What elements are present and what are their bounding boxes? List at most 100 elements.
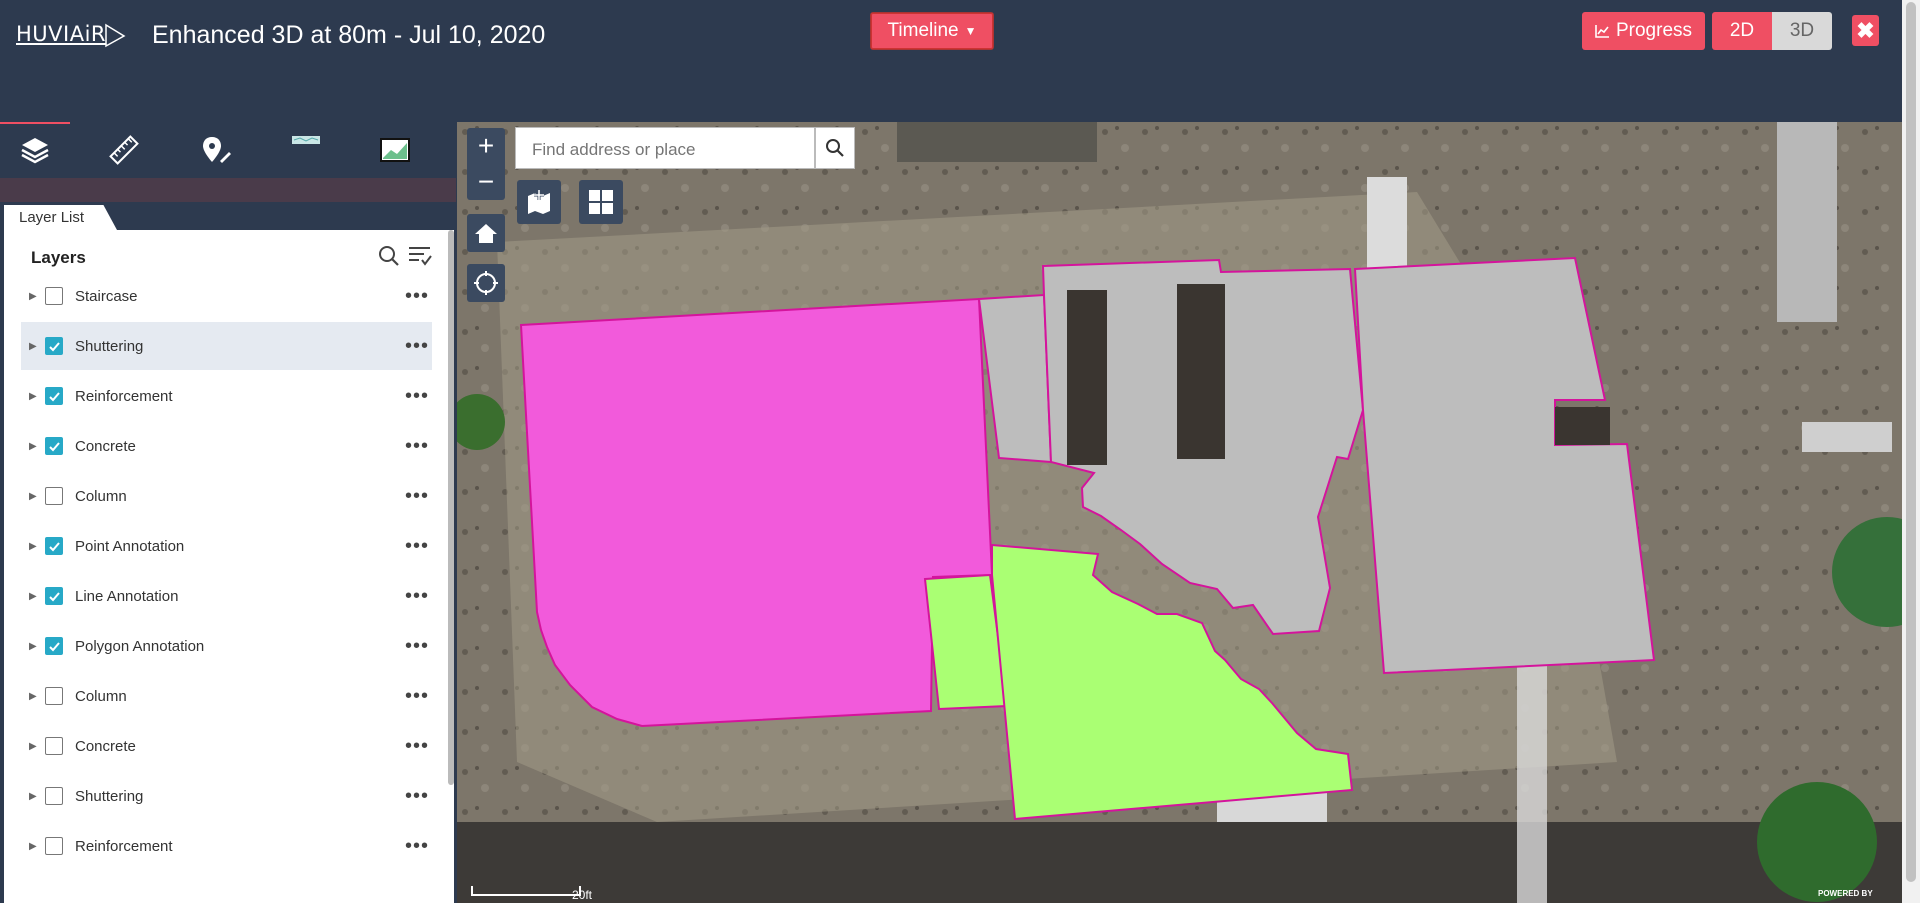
expand-caret-icon[interactable]: ▶ [29, 841, 43, 852]
expand-caret-icon[interactable]: ▶ [29, 591, 43, 602]
rebar-pit-c [1555, 407, 1610, 445]
layer-visibility-checkbox[interactable] [45, 287, 63, 305]
layer-row[interactable]: ▶ Reinforcement ••• [21, 822, 432, 870]
layer-visibility-checkbox[interactable] [45, 787, 63, 805]
panel-scrollbar[interactable] [448, 230, 454, 785]
zoom-in-button[interactable]: + [467, 128, 505, 164]
layer-label: Point Annotation [75, 537, 185, 555]
expand-caret-icon[interactable]: ▶ [29, 491, 43, 502]
app-header: HUVIAiR Enhanced 3D at 80m - Jul 10, 202… [0, 0, 1920, 122]
layer-options-icon[interactable]: ••• [402, 385, 432, 408]
layer-options-icon[interactable]: ••• [402, 485, 432, 508]
layer-visibility-checkbox[interactable] [45, 537, 63, 555]
progress-button[interactable]: Progress [1582, 12, 1705, 50]
layer-row[interactable]: ▶ Polygon Annotation ••• [21, 622, 432, 670]
panel-title-strip [0, 178, 456, 202]
close-button[interactable]: ✖ [1852, 15, 1879, 46]
layer-row[interactable]: ▶ Shuttering ••• [21, 772, 432, 820]
layer-visibility-checkbox[interactable] [45, 387, 63, 405]
expand-caret-icon[interactable]: ▶ [29, 341, 43, 352]
layer-visibility-checkbox[interactable] [45, 637, 63, 655]
layer-options-icon[interactable]: ••• [402, 435, 432, 458]
locate-crosshair-icon [474, 271, 498, 295]
search-icon[interactable] [378, 245, 400, 267]
brand-logo[interactable]: HUVIAiR [16, 22, 106, 46]
layers-icon[interactable] [15, 130, 55, 170]
layer-options-icon[interactable]: ••• [402, 735, 432, 758]
view-3d-button[interactable]: 3D [1772, 12, 1832, 50]
rebar-pit-b [1177, 284, 1225, 459]
expand-caret-icon[interactable]: ▶ [29, 291, 43, 302]
layer-row[interactable]: ▶ Staircase ••• [21, 272, 432, 320]
basemap-thumbnail-icon[interactable] [286, 130, 326, 170]
layer-row[interactable]: ▶ Column ••• [21, 672, 432, 720]
layer-row[interactable]: ▶ Line Annotation ••• [21, 572, 432, 620]
expand-caret-icon[interactable]: ▶ [29, 641, 43, 652]
layer-options-icon[interactable]: ••• [402, 585, 432, 608]
logo-plane-icon [105, 23, 126, 48]
layer-row[interactable]: ▶ Column ••• [21, 472, 432, 520]
expand-caret-icon[interactable]: ▶ [29, 741, 43, 752]
layer-options-icon[interactable]: ••• [402, 785, 432, 808]
checkmark-icon [48, 341, 60, 351]
layer-row[interactable]: ▶ Shuttering ••• [21, 322, 432, 370]
layer-options-icon[interactable]: ••• [402, 335, 432, 358]
layer-options-icon[interactable]: ••• [402, 285, 432, 308]
page-scrollbar[interactable] [1902, 0, 1920, 903]
widget-toolbar [0, 122, 456, 178]
layer-list-panel: Layers ▶ Staircase ••• ▶ Shuttering ••• ▶ Reinf… [4, 230, 454, 903]
filter-list-icon[interactable] [408, 245, 432, 267]
map-view[interactable] [457, 122, 1920, 903]
layer-options-icon[interactable]: ••• [402, 535, 432, 558]
layer-visibility-checkbox[interactable] [45, 687, 63, 705]
location-edit-icon[interactable] [196, 130, 236, 170]
expand-caret-icon[interactable]: ▶ [29, 791, 43, 802]
layer-label: Column [75, 487, 127, 505]
map-bookmark-icon [528, 190, 550, 214]
layer-visibility-checkbox[interactable] [45, 587, 63, 605]
tab-layer-list[interactable]: Layer List [4, 205, 117, 230]
address-search-input[interactable] [530, 139, 794, 161]
address-search-box [515, 127, 815, 169]
expand-caret-icon[interactable]: ▶ [29, 541, 43, 552]
layer-row[interactable]: ▶ Concrete ••• [21, 422, 432, 470]
layer-visibility-checkbox[interactable] [45, 337, 63, 355]
caret-down-icon: ▼ [964, 24, 977, 38]
layer-row[interactable]: ▶ Concrete ••• [21, 722, 432, 770]
layer-label: Line Annotation [75, 587, 179, 605]
layers-heading: Layers [31, 248, 86, 267]
measure-ruler-icon[interactable] [104, 130, 144, 170]
expand-caret-icon[interactable]: ▶ [29, 441, 43, 452]
rebar-pit-a [1067, 290, 1107, 465]
grid-view-button[interactable] [579, 180, 623, 224]
expand-caret-icon[interactable]: ▶ [29, 391, 43, 402]
line-chart-icon [1595, 25, 1609, 38]
layer-options-icon[interactable]: ••• [402, 635, 432, 658]
shuttering-polygon[interactable] [519, 297, 994, 728]
layer-row[interactable]: ▶ Reinforcement ••• [21, 372, 432, 420]
timeline-dropdown-button[interactable]: Timeline ▼ [870, 12, 994, 50]
expand-caret-icon[interactable]: ▶ [29, 691, 43, 702]
layer-visibility-checkbox[interactable] [45, 737, 63, 755]
zoom-out-button[interactable]: − [467, 164, 505, 200]
powered-by-label: POWERED BY [1818, 889, 1873, 898]
layer-visibility-checkbox[interactable] [45, 487, 63, 505]
home-button[interactable] [467, 214, 505, 252]
locate-button[interactable] [467, 264, 505, 302]
view-2d-button[interactable]: 2D [1712, 12, 1772, 50]
layer-options-icon[interactable]: ••• [402, 835, 432, 858]
layer-label: Polygon Annotation [75, 637, 205, 655]
layer-visibility-checkbox[interactable] [45, 837, 63, 855]
page-scrollbar-thumb[interactable] [1906, 2, 1916, 882]
legend-map-icon[interactable] [375, 130, 415, 170]
checkmark-icon [48, 591, 60, 601]
scale-bar [471, 886, 581, 896]
bookmark-button[interactable] [517, 180, 561, 224]
layer-options-icon[interactable]: ••• [402, 685, 432, 708]
layer-visibility-checkbox[interactable] [45, 437, 63, 455]
layer-row[interactable]: ▶ Point Annotation ••• [21, 522, 432, 570]
address-search-button[interactable] [815, 127, 855, 169]
aerial-imagery [457, 122, 1920, 903]
layer-label: Concrete [75, 737, 136, 755]
home-icon [475, 224, 497, 243]
